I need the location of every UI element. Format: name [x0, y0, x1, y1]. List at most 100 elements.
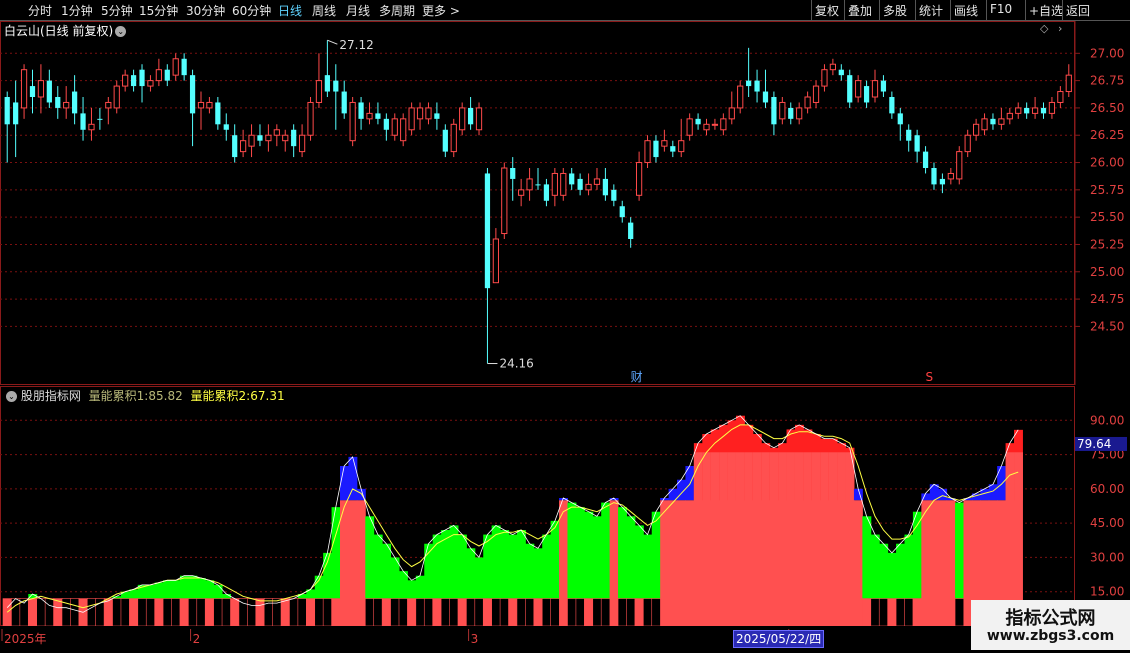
candle[interactable]: [628, 217, 634, 248]
candle[interactable]: [737, 80, 744, 114]
candle[interactable]: [535, 168, 541, 190]
candle[interactable]: [484, 168, 491, 364]
toolbar-button-7[interactable]: 返回: [1066, 2, 1090, 19]
candle[interactable]: [585, 173, 592, 196]
candle[interactable]: [113, 80, 120, 114]
candle[interactable]: [1040, 102, 1047, 119]
candle[interactable]: [1065, 64, 1072, 97]
candle[interactable]: [105, 97, 112, 125]
candle[interactable]: [931, 162, 937, 190]
candle[interactable]: [804, 91, 811, 114]
candle[interactable]: [1048, 97, 1056, 119]
candle[interactable]: [72, 75, 78, 125]
toolbar-tab-6[interactable]: 日线: [278, 2, 302, 19]
toolbar-tab-9[interactable]: 多周期: [379, 2, 415, 19]
candle[interactable]: [560, 168, 567, 201]
diamond-icon[interactable]: ◇: [1040, 22, 1048, 35]
candle[interactable]: [215, 97, 221, 130]
candle[interactable]: [972, 118, 980, 141]
candle[interactable]: [240, 129, 247, 158]
candle[interactable]: [653, 135, 659, 163]
candle[interactable]: [282, 129, 289, 152]
candle[interactable]: [661, 129, 668, 152]
candle[interactable]: [324, 40, 330, 97]
candle[interactable]: [248, 124, 255, 158]
candle[interactable]: [577, 173, 583, 196]
toolbar-tab-7[interactable]: 周线: [312, 2, 336, 19]
chevron-right-icon[interactable]: ›: [1058, 22, 1062, 35]
indicator-panel[interactable]: 90.00 75.00 60.00 45.00 30.00 15.00 79.64 ⌄ 股朋…: [0, 386, 1130, 627]
candle[interactable]: [492, 228, 499, 284]
candle[interactable]: [695, 113, 701, 130]
toolbar-tab-10[interactable]: 更多 >: [422, 2, 460, 19]
candle[interactable]: [416, 102, 424, 130]
candle[interactable]: [1006, 107, 1013, 125]
s-marker[interactable]: S: [926, 370, 934, 384]
candle[interactable]: [981, 113, 988, 136]
candle[interactable]: [366, 102, 373, 125]
candle[interactable]: [307, 97, 314, 141]
candle[interactable]: [181, 53, 187, 81]
candle[interactable]: [434, 102, 440, 130]
candle[interactable]: [863, 80, 870, 108]
toolbar-tab-5[interactable]: 60分钟: [232, 2, 271, 19]
candle[interactable]: [728, 91, 735, 125]
candle[interactable]: [46, 69, 52, 108]
candle[interactable]: [4, 91, 10, 163]
toolbar-tab-3[interactable]: 15分钟: [139, 2, 178, 19]
toolbar-tab-2[interactable]: 5分钟: [101, 2, 133, 19]
candle[interactable]: [897, 107, 903, 141]
candle[interactable]: [686, 113, 693, 141]
candle[interactable]: [602, 168, 609, 201]
candle[interactable]: [526, 168, 533, 201]
candle[interactable]: [821, 64, 828, 92]
candle[interactable]: [510, 157, 516, 201]
candle[interactable]: [55, 86, 61, 119]
candle[interactable]: [164, 64, 170, 87]
chevron-down-icon[interactable]: ⌄: [6, 391, 17, 402]
candle[interactable]: [956, 146, 963, 185]
candle[interactable]: [1031, 97, 1039, 119]
candle[interactable]: [771, 91, 777, 136]
candle[interactable]: [349, 97, 356, 147]
candle[interactable]: [232, 124, 238, 163]
candle[interactable]: [13, 80, 19, 158]
candle[interactable]: [990, 113, 996, 130]
candle[interactable]: [711, 118, 719, 130]
candle[interactable]: [779, 97, 786, 125]
candle[interactable]: [1057, 86, 1064, 108]
candle[interactable]: [838, 64, 844, 81]
candle[interactable]: [130, 69, 137, 92]
candle[interactable]: [1015, 102, 1022, 119]
candle[interactable]: [257, 124, 263, 147]
candle[interactable]: [206, 97, 213, 114]
candle[interactable]: [315, 53, 323, 108]
candle[interactable]: [155, 58, 162, 87]
toolbar-tab-8[interactable]: 月线: [346, 2, 370, 19]
candle[interactable]: [122, 69, 129, 92]
toolbar-button-1[interactable]: 叠加: [848, 2, 872, 19]
candle[interactable]: [871, 69, 879, 103]
candle[interactable]: [1024, 102, 1030, 119]
candle[interactable]: [450, 118, 457, 158]
candle[interactable]: [88, 107, 95, 141]
candle[interactable]: [829, 58, 836, 76]
toolbar-tab-1[interactable]: 1分钟: [61, 2, 93, 19]
candle[interactable]: [569, 168, 575, 190]
toolbar-button-2[interactable]: 多股: [883, 2, 907, 19]
toolbar-button-3[interactable]: 统计: [919, 2, 943, 19]
candle[interactable]: [720, 113, 727, 136]
candle[interactable]: [644, 135, 651, 168]
candle[interactable]: [63, 86, 70, 119]
candle[interactable]: [847, 69, 853, 108]
toolbar-button-5[interactable]: F10: [990, 2, 1012, 16]
candle[interactable]: [812, 80, 820, 108]
candle[interactable]: [619, 200, 625, 223]
candle[interactable]: [97, 107, 103, 130]
candle[interactable]: [391, 113, 398, 141]
candle[interactable]: [889, 91, 895, 119]
candle[interactable]: [442, 124, 448, 158]
candle[interactable]: [551, 168, 558, 207]
candle[interactable]: [189, 69, 196, 147]
candle[interactable]: [762, 69, 769, 108]
